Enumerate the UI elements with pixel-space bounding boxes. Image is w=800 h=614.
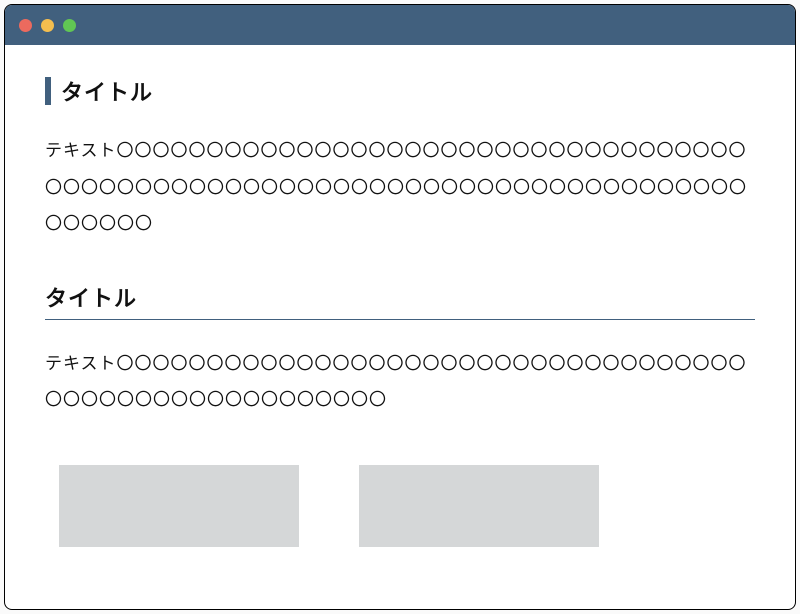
- section-1: タイトル テキスト〇〇〇〇〇〇〇〇〇〇〇〇〇〇〇〇〇〇〇〇〇〇〇〇〇〇〇〇〇〇〇…: [45, 75, 755, 243]
- window-titlebar: [5, 5, 795, 45]
- maximize-icon[interactable]: [63, 19, 76, 32]
- section-2: タイトル テキスト〇〇〇〇〇〇〇〇〇〇〇〇〇〇〇〇〇〇〇〇〇〇〇〇〇〇〇〇〇〇〇…: [45, 281, 755, 547]
- minimize-icon[interactable]: [41, 19, 54, 32]
- placeholder-box-2: [359, 465, 599, 547]
- section-2-body: テキスト〇〇〇〇〇〇〇〇〇〇〇〇〇〇〇〇〇〇〇〇〇〇〇〇〇〇〇〇〇〇〇〇〇〇〇〇…: [45, 346, 755, 419]
- placeholder-box-1: [59, 465, 299, 547]
- placeholder-row: [45, 465, 755, 547]
- heading-accent-bar: [45, 77, 51, 105]
- browser-window: タイトル テキスト〇〇〇〇〇〇〇〇〇〇〇〇〇〇〇〇〇〇〇〇〇〇〇〇〇〇〇〇〇〇〇…: [4, 4, 796, 610]
- page-content: タイトル テキスト〇〇〇〇〇〇〇〇〇〇〇〇〇〇〇〇〇〇〇〇〇〇〇〇〇〇〇〇〇〇〇…: [5, 45, 795, 609]
- heading-with-bar: タイトル: [45, 75, 755, 107]
- section-1-title: タイトル: [61, 75, 153, 107]
- heading-with-underline: タイトル: [45, 281, 755, 320]
- section-2-title: タイトル: [45, 281, 755, 313]
- section-1-body: テキスト〇〇〇〇〇〇〇〇〇〇〇〇〇〇〇〇〇〇〇〇〇〇〇〇〇〇〇〇〇〇〇〇〇〇〇〇…: [45, 133, 755, 243]
- close-icon[interactable]: [19, 19, 32, 32]
